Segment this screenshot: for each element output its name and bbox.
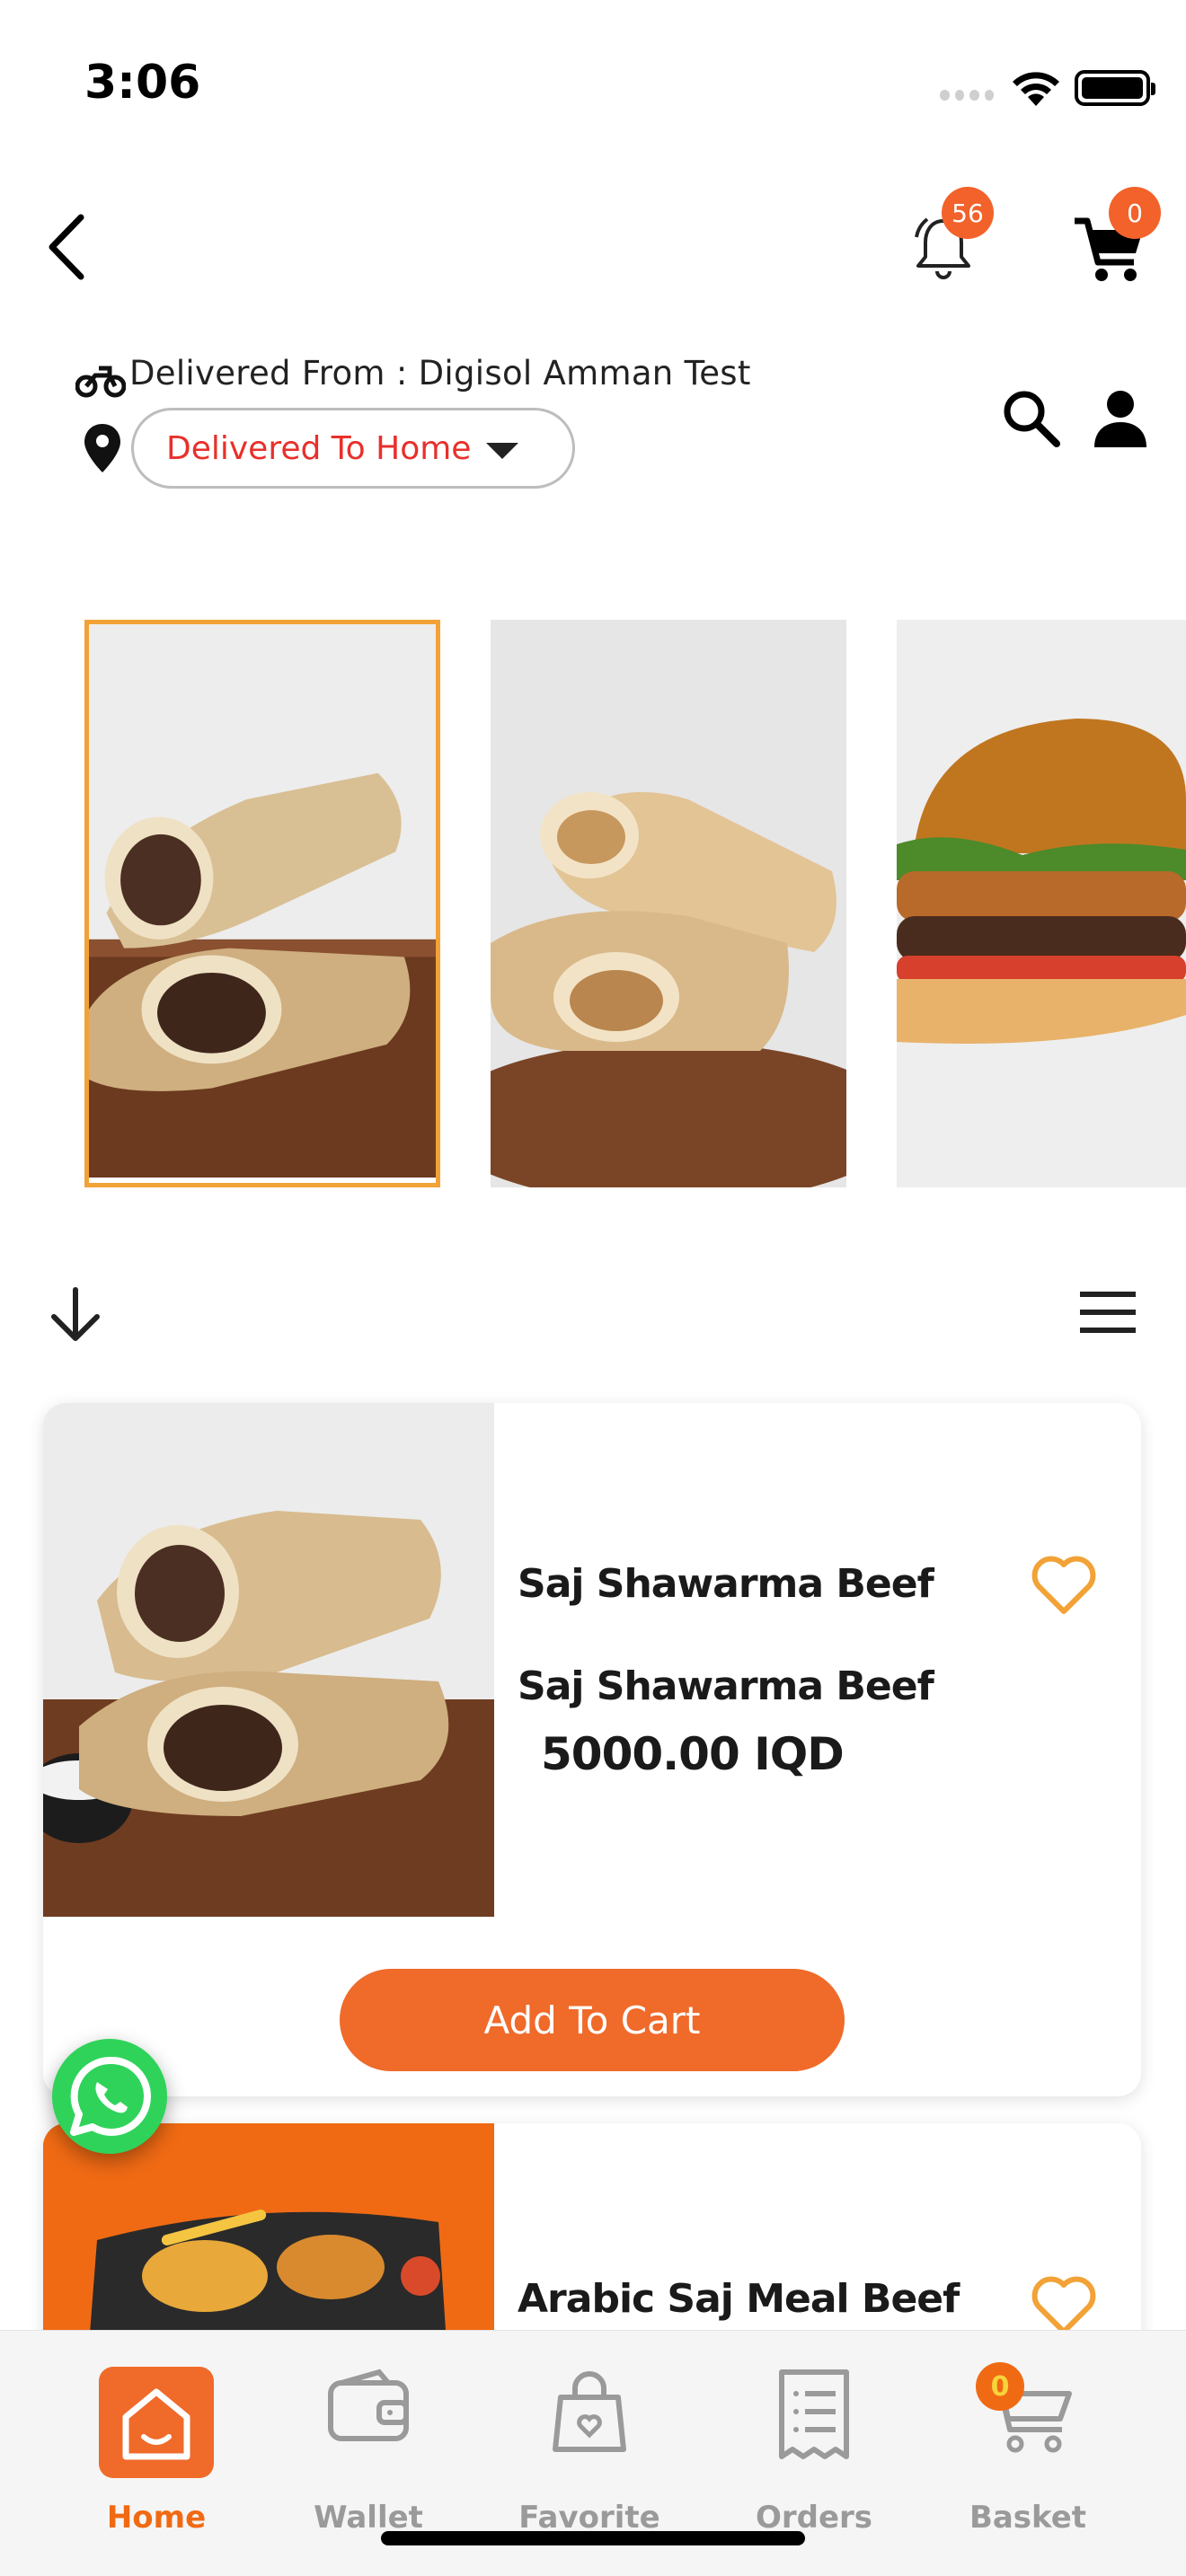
delivery-destination-dropdown[interactable]: Delivered To Home: [131, 408, 575, 489]
tab-orders[interactable]: Orders: [724, 2367, 904, 2536]
search-icon[interactable]: [999, 386, 1062, 449]
tab-label: Favorite: [518, 2500, 660, 2536]
location-pin-icon: [84, 424, 120, 472]
burger-image: [897, 620, 1186, 1187]
status-time: 3:06: [84, 56, 201, 110]
signal-icon: [940, 90, 994, 101]
profile-icon[interactable]: [1091, 388, 1150, 449]
back-button[interactable]: [36, 207, 99, 287]
tab-label: Home: [106, 2500, 207, 2536]
arrow-down-icon[interactable]: [47, 1284, 104, 1345]
delivered-from-label: Delivered From : Digisol Amman Test: [129, 354, 751, 393]
delivery-destination-value: Delivered To Home: [166, 429, 472, 467]
tab-label: Basket: [969, 2500, 1087, 2536]
category-shawarma-beef[interactable]: [84, 620, 440, 1187]
product-description: Saj Shawarma Beef: [518, 1663, 934, 1709]
favorite-heart-icon[interactable]: [1030, 1554, 1098, 1617]
tab-label: Wallet: [314, 2500, 423, 2536]
motorbike-icon: [75, 366, 126, 398]
orders-icon: [779, 2369, 849, 2459]
wallet-icon: [328, 2369, 409, 2441]
product-image: [43, 1403, 494, 1917]
tab-favorite[interactable]: Favorite: [500, 2367, 679, 2536]
tab-wallet[interactable]: Wallet: [279, 2367, 458, 2536]
whatsapp-icon: [56, 2042, 164, 2150]
shawarma-beef-photo: [43, 1403, 494, 1917]
shawarma-beef-image: [89, 624, 436, 1178]
category-burger[interactable]: [897, 620, 1186, 1187]
add-to-cart-button[interactable]: Add To Cart: [340, 1969, 845, 2071]
cart-count-badge: 0: [1109, 187, 1161, 239]
tab-basket[interactable]: Basket: [938, 2367, 1118, 2536]
product-name: Arabic Saj Meal Beef: [518, 2276, 960, 2322]
home-icon: [99, 2367, 214, 2478]
favorite-heart-icon[interactable]: [1030, 2274, 1098, 2337]
menu-icon[interactable]: [1078, 1290, 1137, 1335]
product-name: Saj Shawarma Beef: [518, 1561, 934, 1607]
product-card[interactable]: Saj Shawarma Beef Saj Shawarma Beef 5000…: [43, 1403, 1141, 2096]
tab-home[interactable]: Home: [66, 2367, 246, 2536]
basket-count-badge: 0: [976, 2362, 1024, 2411]
battery-icon: [1075, 70, 1155, 106]
shawarma-chicken-image: [491, 620, 846, 1187]
chevron-down-icon: [486, 443, 518, 459]
whatsapp-button[interactable]: [52, 2039, 167, 2154]
product-price: 5000.00 IQD: [541, 1728, 845, 1780]
favorite-bag-icon: [553, 2371, 626, 2452]
category-shawarma-chicken[interactable]: [491, 620, 846, 1187]
wifi-icon: [1013, 72, 1059, 106]
tab-label: Orders: [755, 2500, 873, 2536]
home-indicator: [381, 2531, 805, 2545]
notification-count-badge: 56: [942, 187, 994, 239]
